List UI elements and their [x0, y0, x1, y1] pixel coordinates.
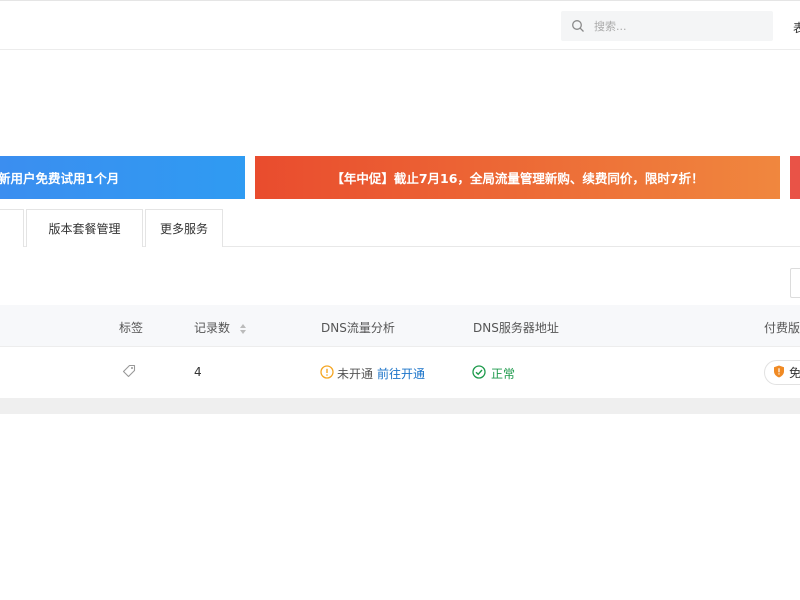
tab-first[interactable] — [0, 209, 24, 247]
column-header-label: 记录数 — [194, 321, 231, 335]
record-count: 4 — [194, 365, 202, 379]
promo-banner-text: 新用户免费试用1个月 — [0, 171, 120, 186]
plan-badge[interactable]: 免 — [764, 360, 800, 385]
dns-analysis-cell: 未开通 前往开通 — [320, 365, 425, 382]
search-input[interactable] — [594, 19, 764, 33]
dns-server-status: 正常 — [491, 367, 516, 381]
header-cut-text[interactable]: 表 — [793, 19, 800, 36]
column-header-dns-server: DNS服务器地址 — [473, 321, 559, 335]
toolbar-button[interactable] — [790, 268, 800, 298]
column-header-records[interactable]: 记录数 — [194, 319, 246, 336]
shield-icon — [773, 365, 785, 381]
search-box[interactable] — [561, 11, 773, 41]
dns-server-cell: 正常 — [472, 365, 515, 382]
sort-icon[interactable] — [239, 323, 246, 334]
tab-plan-management[interactable]: 版本套餐管理 — [26, 209, 143, 247]
column-header-paid-plan: 付费版 — [764, 321, 800, 335]
tab-more-services[interactable]: 更多服务 — [145, 209, 223, 247]
check-circle-icon — [472, 365, 486, 382]
promo-banner-midyear[interactable]: 【年中促】截止7月16，全局流量管理新购、续费同价，限时7折！ — [255, 156, 780, 199]
top-navbar: 表 — [0, 0, 800, 50]
column-header-tag: 标签 — [119, 321, 144, 335]
tag-icon[interactable] — [122, 364, 136, 378]
warning-icon — [320, 365, 334, 382]
enable-dns-analysis-link[interactable]: 前往开通 — [377, 365, 425, 382]
tab-bar: 版本套餐管理 更多服务 — [0, 209, 800, 247]
plan-label: 免 — [789, 366, 800, 380]
promo-banner-third[interactable] — [790, 156, 800, 199]
table-row: 4 未开通 前往开通 正常 免 — [0, 348, 800, 398]
search-icon — [571, 19, 585, 33]
column-header-dns-analysis: DNS流量分析 — [321, 321, 395, 335]
dns-analysis-status: 未开通 — [337, 367, 374, 381]
promo-banner-text: 【年中促】截止7月16，全局流量管理新购、续费同价，限时7折！ — [331, 171, 704, 186]
promo-banner-free-trial[interactable]: 新用户免费试用1个月 — [0, 156, 245, 199]
horizontal-scrollbar[interactable] — [0, 398, 800, 414]
table-header: 标签 记录数 DNS流量分析 DNS服务器地址 付费版 — [0, 305, 800, 347]
